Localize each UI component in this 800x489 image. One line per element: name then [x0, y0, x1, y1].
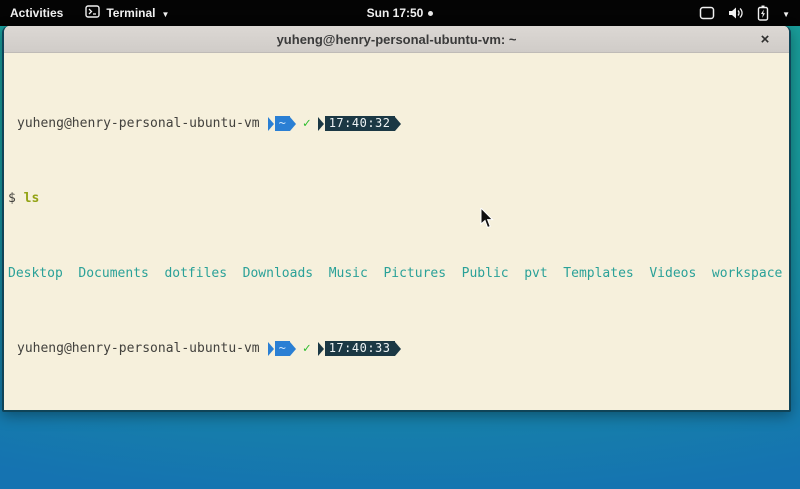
prompt-user-host: yuheng@henry-personal-ubuntu-vm: [8, 116, 260, 131]
directory-entry: workspace: [712, 266, 782, 281]
directory-entry: dotfiles: [164, 266, 227, 281]
terminal-window: yuheng@henry-personal-ubuntu-vm: ~ × yuh…: [2, 26, 791, 412]
directory-entry: Downloads: [243, 266, 313, 281]
time-label: 17:40:33: [325, 341, 395, 356]
clock-button[interactable]: Sun 17:50: [367, 6, 434, 20]
ls-output-line: Desktop Documents dotfiles Downloads Mus…: [8, 266, 785, 281]
powerline-arrow-icon: [290, 117, 296, 131]
clock-label: Sun 17:50: [367, 6, 424, 20]
time-badge: 17:40:32: [318, 116, 401, 131]
cwd-badge: ~: [268, 341, 296, 356]
prompt-user-host: yuheng@henry-personal-ubuntu-vm: [8, 341, 260, 356]
window-titlebar[interactable]: yuheng@henry-personal-ubuntu-vm: ~ ×: [4, 26, 789, 53]
notification-dot-icon: [428, 11, 433, 16]
app-menu-terminal[interactable]: Terminal ▼: [75, 0, 179, 26]
time-badge: 17:40:33: [318, 341, 401, 356]
powerline-arrow-icon: [318, 117, 324, 131]
directory-entry: Templates: [563, 266, 633, 281]
prompt-line-1: yuheng@henry-personal-ubuntu-vm ~ ✓ 17:4…: [8, 116, 785, 131]
window-title: yuheng@henry-personal-ubuntu-vm: ~: [277, 32, 517, 47]
directory-entry: Public: [462, 266, 509, 281]
prompt-line-2: yuheng@henry-personal-ubuntu-vm ~ ✓ 17:4…: [8, 341, 785, 356]
system-status-area[interactable]: ▼: [699, 0, 800, 26]
powerline-arrow-icon: [268, 342, 274, 356]
activities-button[interactable]: Activities: [0, 0, 75, 26]
chevron-down-icon: ▼: [161, 10, 169, 19]
directory-entry: Pictures: [383, 266, 446, 281]
terminal-app-icon: [85, 5, 100, 21]
volume-icon: [728, 6, 744, 20]
command-text: ls: [24, 191, 40, 206]
command-line-1: $ ls: [8, 191, 785, 206]
cwd-label: ~: [275, 341, 290, 356]
directory-entry: pvt: [524, 266, 547, 281]
cwd-label: ~: [275, 116, 290, 131]
directory-entry: Desktop: [8, 266, 63, 281]
powerline-arrow-icon: [268, 117, 274, 131]
terminal-content[interactable]: yuheng@henry-personal-ubuntu-vm ~ ✓ 17:4…: [4, 53, 789, 408]
time-label: 17:40:32: [325, 116, 395, 131]
status-check-icon: ✓: [303, 341, 311, 356]
directory-entry: Videos: [649, 266, 696, 281]
prompt-symbol: $: [8, 191, 16, 206]
directory-entry: Documents: [78, 266, 148, 281]
desktop: Activities Terminal ▼ Sun 17:50: [0, 0, 800, 489]
powerline-arrow-icon: [395, 342, 401, 356]
powerline-arrow-icon: [395, 117, 401, 131]
display-icon: [699, 6, 715, 20]
status-check-icon: ✓: [303, 116, 311, 131]
gnome-top-bar: Activities Terminal ▼ Sun 17:50: [0, 0, 800, 26]
directory-entry: Music: [329, 266, 368, 281]
battery-charging-icon: [757, 5, 769, 21]
powerline-arrow-icon: [290, 342, 296, 356]
cwd-badge: ~: [268, 116, 296, 131]
powerline-arrow-icon: [318, 342, 324, 356]
close-icon[interactable]: ×: [755, 29, 775, 49]
app-menu-label: Terminal: [106, 6, 155, 20]
chevron-down-icon: ▼: [782, 10, 790, 19]
